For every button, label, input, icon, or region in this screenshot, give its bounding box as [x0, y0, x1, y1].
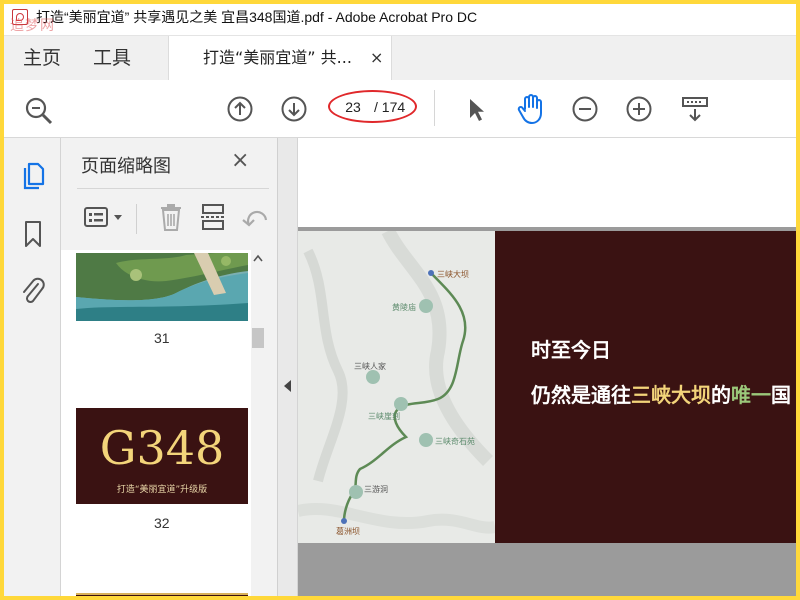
window-title: 打造“美丽宜道” 共享遇见之美 宜昌348国道.pdf - Adobe Acro…: [36, 9, 478, 25]
map-label-sanyou: 三游洞: [364, 485, 388, 494]
thumbnail-page-31[interactable]: [76, 253, 248, 321]
thumbnail-scrollbar[interactable]: [251, 250, 265, 596]
close-panel-icon[interactable]: ×: [231, 148, 249, 173]
map-label-gezhou: 葛洲坝: [336, 527, 360, 536]
map-label-huangling: 黄陵庙: [392, 303, 416, 312]
map-marker: [419, 299, 433, 313]
map-marker: [419, 433, 433, 447]
watermark-text: 追梦网: [10, 18, 55, 34]
current-page: 三峡大坝 黄陵庙 三峡人家 三峡崖刻 三峡奇石苑 三游洞 葛洲坝 时至今日 仍然…: [298, 231, 796, 543]
map-label-yaji: 三峡崖刻: [368, 412, 400, 421]
close-tab-icon[interactable]: ×: [370, 36, 383, 80]
bookmark-icon[interactable]: [23, 220, 43, 252]
slide-line-2: 仍然是通往三峡大坝的唯一国: [531, 379, 791, 408]
annotation-ellipse: [328, 90, 417, 123]
tab-bar: 主页 工具 打造“美丽宜道” 共... ×: [4, 35, 796, 81]
map-marker: [394, 397, 408, 411]
page-down-icon[interactable]: [280, 95, 308, 127]
panel-tool-divider: [136, 204, 137, 234]
previous-page: [298, 138, 796, 227]
hand-tool-icon[interactable]: [516, 93, 546, 129]
panel-divider: [77, 188, 269, 189]
page-thumbnails-panel: 页面缩略图 × 31 G348 打造“美丽宜道”升级版 32: [61, 138, 278, 596]
map-marker: [366, 370, 380, 384]
document-view[interactable]: 三峡大坝 黄陵庙 三峡人家 三峡崖刻 三峡奇石苑 三游洞 葛洲坝 时至今日 仍然…: [298, 138, 796, 596]
tab-tools[interactable]: 工具: [93, 36, 131, 81]
thumbnail-list: 31 G348 打造“美丽宜道”升级版 32: [61, 250, 251, 596]
options-menu-icon[interactable]: [83, 206, 127, 234]
toolbar-divider: [434, 90, 435, 126]
map-marker: [349, 485, 363, 499]
title-bar: 打造“美丽宜道” 共享遇见之美 宜昌348国道.pdf - Adobe Acro…: [4, 4, 796, 30]
map-label-renjia: 三峡人家: [354, 362, 386, 371]
thumbnail-caption: 打造“美丽宜道”升级版: [116, 485, 208, 495]
select-arrow-icon[interactable]: [466, 97, 488, 127]
navigation-rail: [4, 138, 61, 596]
thumbnail-page-number: 32: [154, 515, 170, 531]
thumbnail-page-32[interactable]: G348 打造“美丽宜道”升级版: [76, 408, 248, 504]
scrollbar-thumb[interactable]: [252, 328, 264, 348]
map-label-dam: 三峡大坝: [437, 270, 469, 279]
zoom-out-icon[interactable]: [571, 95, 599, 127]
page-thumbnails-icon[interactable]: [20, 160, 46, 194]
slide-line-1: 时至今日: [531, 338, 611, 362]
acrobat-window: 打造“美丽宜道” 共享遇见之美 宜昌348国道.pdf - Adobe Acro…: [4, 4, 796, 596]
collapse-panel-icon[interactable]: [284, 380, 292, 392]
search-zoom-icon[interactable]: [24, 96, 54, 130]
rotate-page-icon[interactable]: [239, 202, 269, 232]
thumbnails-panel-title: 页面缩略图: [81, 156, 171, 177]
slide-line-2-end: 国: [771, 383, 791, 407]
thumbnail-page-next[interactable]: [76, 593, 248, 596]
route-map: 三峡大坝 黄陵庙 三峡人家 三峡崖刻 三峡奇石苑 三游洞 葛洲坝: [298, 231, 495, 543]
attachment-icon[interactable]: [20, 276, 46, 310]
tab-document[interactable]: 打造“美丽宜道” 共... ×: [168, 36, 392, 81]
tab-home[interactable]: 主页: [23, 36, 61, 81]
map-label-qishi: 三峡奇石苑: [435, 437, 475, 446]
slide-text-panel: 时至今日 仍然是通往三峡大坝的唯一国: [495, 231, 796, 543]
panel-splitter[interactable]: [278, 138, 298, 596]
toolbar: 23 / 174: [4, 80, 796, 138]
thumbnail-heading: G348: [99, 421, 225, 475]
zoom-in-icon[interactable]: [625, 95, 653, 127]
slide-line-2-start: 仍然是通往: [531, 383, 631, 407]
display-mode-icon[interactable]: [680, 94, 710, 128]
delete-page-icon[interactable]: [158, 202, 184, 236]
page-up-icon[interactable]: [226, 95, 254, 127]
slide-line-2-mid: 的: [711, 383, 731, 407]
slide-highlight-dam: 三峡大坝: [631, 383, 711, 407]
thumbnail-page-number: 31: [154, 330, 170, 346]
document-tab-label: 打造“美丽宜道” 共...: [203, 48, 352, 67]
insert-page-icon[interactable]: [200, 202, 226, 236]
slide-highlight-only: 唯一: [731, 383, 771, 407]
